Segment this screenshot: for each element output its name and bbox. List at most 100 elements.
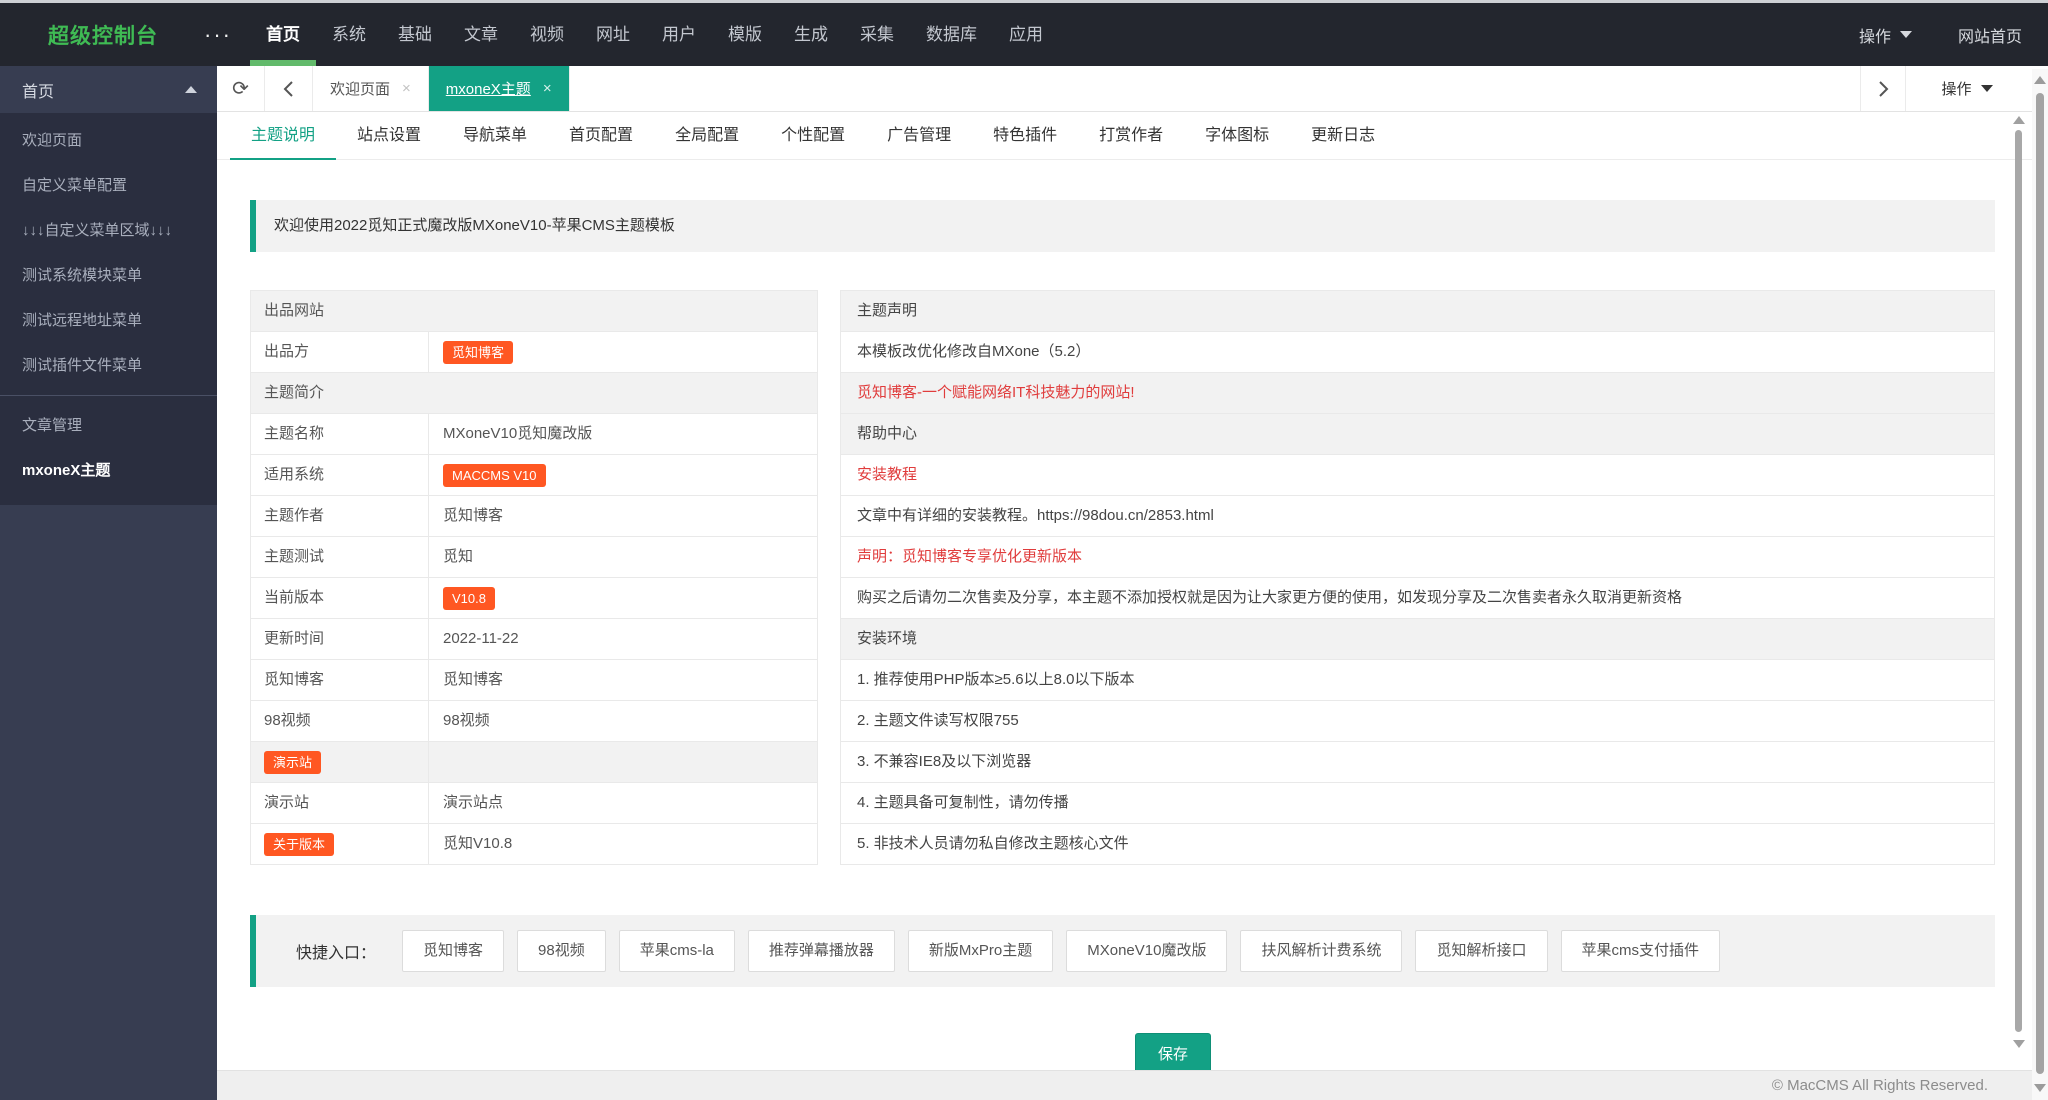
row-label: 觅知博客 [251,660,429,700]
tab-mxonex-theme[interactable]: mxoneX主题 × [428,66,570,111]
tab-font-icons[interactable]: 字体图标 [1184,112,1290,159]
topnav-item-system[interactable]: 系统 [316,3,382,66]
tab-action-dropdown[interactable]: 操作 [1906,66,2028,111]
row-label: 当前版本 [251,578,429,618]
topnav-item-app[interactable]: 应用 [993,3,1059,66]
sidebar-item-welcome-page[interactable]: 欢迎页面 [0,118,217,163]
tab-home-config[interactable]: 首页配置 [548,112,654,159]
topnav-item-collect[interactable]: 采集 [844,3,910,66]
section-label: 出品网站 [264,302,325,319]
tab-global-config[interactable]: 全局配置 [654,112,760,159]
topnav-item-home[interactable]: 首页 [249,3,316,66]
row-value: MXoneV10觅知魔改版 [443,425,593,442]
tab-welcome-page[interactable]: 欢迎页面 × [313,66,429,111]
quick-link-mizhi-blog[interactable]: 觅知博客 [402,930,505,972]
scrollbar-thumb[interactable] [2036,93,2044,1074]
version-badge: V10.8 [443,586,495,610]
topbar: 超级控制台 ··· 首页 系统 基础 文章 视频 网址 用户 模版 生成 采集 … [0,3,2048,66]
tab-reward-author[interactable]: 打赏作者 [1078,112,1184,159]
scroll-down-arrow-icon[interactable] [2034,1084,2046,1092]
sidebar-section-label: 首页 [22,83,55,101]
refresh-icon: ⟳ [232,77,249,100]
scroll-up-arrow-icon[interactable] [2034,76,2046,84]
close-icon[interactable]: × [402,80,411,97]
table-row: 当前版本 V10.8 [251,578,817,619]
main-area: ⟳ 欢迎页面 × mxoneX主题 × 操作 主题说明 站点设置 导航菜单 首页… [217,66,2048,1100]
tab-site-settings[interactable]: 站点设置 [336,112,442,159]
top-nav: 首页 系统 基础 文章 视频 网址 用户 模版 生成 采集 数据库 应用 [249,3,1059,66]
sidebar-item-test-plugin-file[interactable]: 测试插件文件菜单 [0,343,217,388]
topbar-right: 操作 网站首页 [1859,23,2048,47]
scroll-down-arrow-icon[interactable] [2013,1040,2025,1048]
quick-link-danmu-player[interactable]: 推荐弹幕播放器 [747,930,895,972]
quick-link-maccms-pay-plugin[interactable]: 苹果cms支付插件 [1560,930,1720,972]
table-row: 觅知博客-一个赋能网络IT科技魅力的网站! [841,373,1994,414]
row-value: 演示站点 [443,794,504,811]
tab-scroll-right-button[interactable] [1860,66,1906,111]
tab-featured-plugins[interactable]: 特色插件 [972,112,1078,159]
row-label: 主题名称 [251,414,429,454]
tab-scroll-left-button[interactable] [265,66,313,111]
topnav-item-user[interactable]: 用户 [646,3,712,66]
theme-info-table: 出品网站 出品方 觅知博客 主题简介 主题名称 MXoneV10觅知魔改版 适用系统… [250,290,818,865]
tab-ad-manage[interactable]: 广告管理 [866,112,972,159]
table-row: 1. 推荐使用PHP版本≥5.6以上8.0以下版本 [841,660,1994,701]
sidebar-item-test-remote-url[interactable]: 测试远程地址菜单 [0,298,217,343]
quick-link-fufeng-parse-billing[interactable]: 扶风解析计费系统 [1240,930,1403,972]
table-section-row: 出品网站 [251,291,817,332]
row-label: 更新时间 [251,619,429,659]
table-row: 本模板改优化修改自MXone（5.2） [841,332,1994,373]
table-row: 演示站 [251,742,817,783]
sidebar-divider [0,395,217,396]
topnav-item-video[interactable]: 视频 [514,3,580,66]
chevron-up-icon [185,86,197,93]
topnav-item-article[interactable]: 文章 [448,3,514,66]
scroll-up-arrow-icon[interactable] [2013,116,2025,124]
content-scrollbar[interactable] [2012,112,2026,1058]
about-version-badge: 关于版本 [264,832,335,856]
quick-link-mxpro-theme[interactable]: 新版MxPro主题 [907,930,1054,972]
topnav-item-website[interactable]: 网址 [580,3,646,66]
topnav-item-generate[interactable]: 生成 [778,3,844,66]
sidebar-item-custom-menu-area[interactable]: ↓↓↓自定义菜单区域↓↓↓ [0,208,217,253]
table-row: 主题名称 MXoneV10觅知魔改版 [251,414,817,455]
site-home-link[interactable]: 网站首页 [1958,23,2022,47]
section-label: 主题简介 [264,384,325,401]
welcome-banner: 欢迎使用2022觅知正式魔改版MXoneV10-苹果CMS主题模板 [250,200,1995,252]
quick-link-maccms-la[interactable]: 苹果cms-la [618,930,735,972]
sidebar-section-home[interactable]: 首页 [0,66,217,113]
table-row: 安装教程 [841,455,1994,496]
topnav-item-template[interactable]: 模版 [712,3,778,66]
sidebar-item-article-manage[interactable]: 文章管理 [0,403,217,448]
row-value: 觅知博客 [443,671,504,688]
table-row: 主题测试 觅知 [251,537,817,578]
tab-label: 欢迎页面 [330,81,391,98]
quick-link-mizhi-parse-api[interactable]: 觅知解析接口 [1415,930,1548,972]
footer-copyright: © MacCMS All Rights Reserved. [217,1070,2048,1100]
sidebar-item-mxonex-theme[interactable]: mxoneX主题 [0,448,217,493]
row-label: 主题作者 [251,496,429,536]
sidebar-item-test-system-module[interactable]: 测试系统模块菜单 [0,253,217,298]
tabstrip: ⟳ 欢迎页面 × mxoneX主题 × 操作 [217,66,2048,112]
quick-links-bar: 快捷入口： 觅知博客 98视频 苹果cms-la 推荐弹幕播放器 新版MxPro… [250,915,1995,987]
table-row: 关于版本 觅知V10.8 [251,824,817,865]
quick-link-mxonev10-mod[interactable]: MXoneV10魔改版 [1066,930,1228,972]
topnav-item-basic[interactable]: 基础 [382,3,448,66]
sidebar-item-custom-menu-config[interactable]: 自定义菜单配置 [0,163,217,208]
table-section-row: 主题简介 [251,373,817,414]
refresh-button[interactable]: ⟳ [217,66,265,111]
tab-theme-intro[interactable]: 主题说明 [230,112,337,160]
demo-site-badge: 演示站 [264,750,322,774]
close-icon[interactable]: × [543,80,552,97]
quick-link-98video[interactable]: 98视频 [517,930,606,972]
tab-personal-config[interactable]: 个性配置 [760,112,866,159]
topnav-item-database[interactable]: 数据库 [910,3,993,66]
topbar-action-dropdown[interactable]: 操作 [1859,23,1912,47]
tab-nav-menu[interactable]: 导航菜单 [442,112,548,159]
tab-changelog[interactable]: 更新日志 [1290,112,1396,159]
producer-badge: 觅知博客 [443,340,514,364]
row-label: 98视频 [251,701,429,741]
scrollbar-thumb[interactable] [2015,130,2022,1032]
table-section-row: 主题声明 [841,291,1994,332]
window-scrollbar[interactable] [2032,69,2048,1100]
